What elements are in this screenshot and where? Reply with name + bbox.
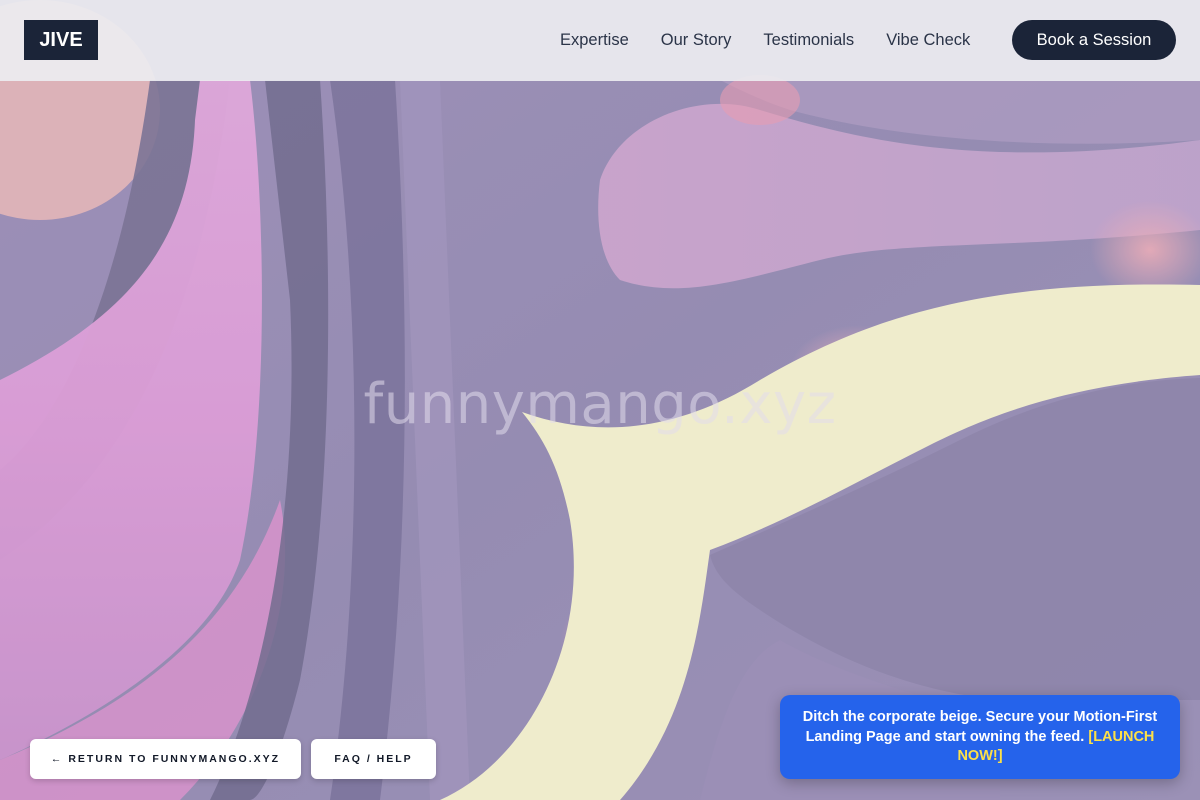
nav-link-testimonials[interactable]: Testimonials [747, 31, 870, 50]
hero-watermark: funnymango.xyz [363, 372, 837, 437]
nav-link-expertise[interactable]: Expertise [544, 31, 645, 50]
top-navbar: JIVE Expertise Our Story Testimonials Vi… [0, 0, 1200, 81]
nav-link-vibe-check[interactable]: Vibe Check [870, 31, 986, 50]
faq-help-button[interactable]: FAQ / HELP [311, 739, 436, 779]
promo-banner[interactable]: Ditch the corporate beige. Secure your M… [780, 695, 1180, 779]
nav-link-our-story[interactable]: Our Story [645, 31, 748, 50]
return-to-funnymango-button[interactable]: ← RETURN TO FUNNYMANGO.XYZ [30, 739, 301, 779]
main-nav: Expertise Our Story Testimonials Vibe Ch… [544, 20, 986, 60]
jive-logo[interactable]: JIVE [24, 20, 98, 60]
landing-page: funnymango.xyz JIVE Expertise Our Story … [0, 0, 1200, 800]
book-session-button[interactable]: Book a Session [1012, 20, 1176, 60]
